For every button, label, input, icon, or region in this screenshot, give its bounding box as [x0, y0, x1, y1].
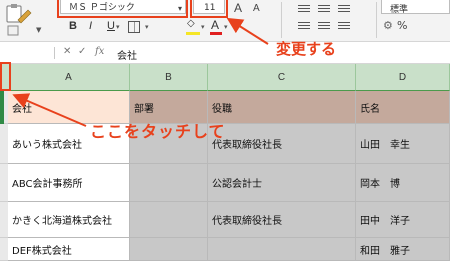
change-annotation: 変更する: [276, 40, 337, 58]
touch-annotation: ここをタッチして: [90, 122, 226, 141]
